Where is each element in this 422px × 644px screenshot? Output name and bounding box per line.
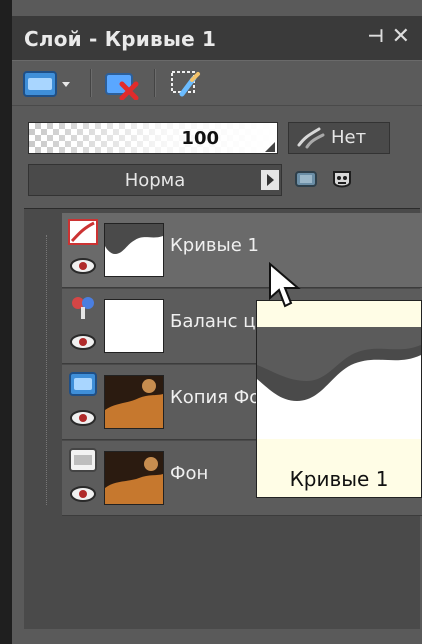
opacity-row: 100 Нет [28,120,420,156]
layers-palette: Слой - Кривые 1 ⊣ ✕ 100 Нет Норма Кривые… [12,0,422,644]
blend-row: Норма [28,164,420,196]
new-layer-icon [23,71,70,97]
layer-name: Кривые 1 [170,235,259,256]
eye-icon[interactable] [68,255,98,277]
window-edge [0,0,12,644]
eye-icon[interactable] [68,407,98,429]
new-layer-button[interactable] [22,68,70,100]
lock-transparency-icon[interactable] [292,166,320,192]
eye-icon[interactable] [68,483,98,505]
close-icon[interactable]: ✕ [392,24,410,49]
opacity-slider-handle-icon[interactable] [265,142,275,152]
link-brush-icon [297,127,325,149]
palette-title: Слой - Кривые 1 [24,27,217,51]
mask-link-label: Нет [331,127,367,148]
mask-brush-icon [171,71,200,97]
layers-toolbar [12,60,422,106]
curves-adjustment-icon [68,219,98,245]
opacity-value: 100 [181,128,219,149]
layer-thumbnail [104,223,164,277]
blend-mode-dropdown[interactable]: Норма [28,164,282,196]
eye-icon[interactable] [68,331,98,353]
layer-thumbnail [104,375,164,429]
color-balance-icon [68,295,98,321]
layer-name: Копия Фо [170,387,261,408]
layer-thumbnail [104,451,164,505]
layer-row-curves[interactable]: Кривые 1 [62,213,422,288]
delete-layer-icon [105,73,139,101]
layer-style-icon[interactable] [328,166,356,192]
chevron-right-icon[interactable] [261,170,279,190]
mask-brush-button[interactable] [166,68,206,100]
palette-titlebar[interactable]: Слой - Кривые 1 ⊣ ✕ [12,16,422,60]
raster-copy-icon [68,371,98,397]
toolbar-separator [154,69,155,97]
layer-thumbnail [104,299,164,353]
toolbar-separator [90,69,91,97]
blend-mode-value: Норма [124,170,186,191]
tooltip-thumbnail [257,327,421,439]
background-layer-icon [68,447,98,473]
mouse-cursor-icon [269,262,301,308]
layer-tree-line [46,235,48,505]
layer-name: Фон [170,463,209,484]
layer-thumbnail-tooltip: Кривые 1 [256,300,422,498]
opacity-slider[interactable]: 100 [28,122,278,154]
layer-name: Баланс цв [170,311,267,332]
app-frame: Слой - Кривые 1 ⊣ ✕ 100 Нет Норма Кривые… [0,0,422,644]
delete-layer-button[interactable] [102,68,142,101]
mask-link-button[interactable]: Нет [288,122,390,154]
tooltip-label: Кривые 1 [289,467,389,491]
pin-icon[interactable]: ⊣ [368,26,384,47]
